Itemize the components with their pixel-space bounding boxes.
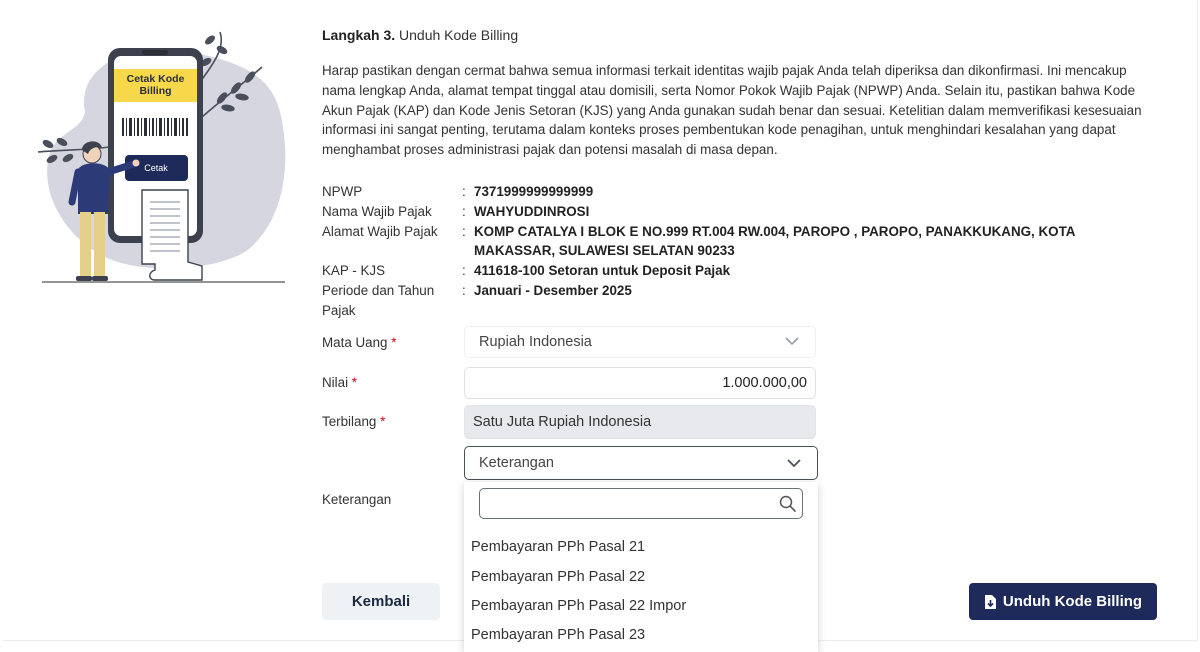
mata-uang-select[interactable]: Rupiah Indonesia bbox=[464, 326, 816, 358]
terbilang-label: Terbilang * bbox=[322, 414, 385, 429]
info-row-alamat: Alamat Wajib Pajak : KOMP CATALYA I BLOK… bbox=[322, 222, 1122, 262]
dropdown-option[interactable]: Pembayaran PPh Pasal 22 Impor bbox=[471, 598, 686, 614]
step-heading: Langkah 3. Unduh Kode Billing bbox=[322, 27, 518, 43]
info-value: KOMP CATALYA I BLOK E NO.999 RT.004 RW.0… bbox=[474, 223, 1075, 259]
info-row-npwp: NPWP : 7371999999999999 bbox=[322, 182, 1122, 202]
terbilang-value: Satu Juta Rupiah Indonesia bbox=[473, 414, 652, 430]
svg-text:Cetak: Cetak bbox=[144, 163, 168, 173]
billing-illustration: Cetak Kode Billing Cetak bbox=[37, 31, 286, 283]
info-label: Alamat Wajib Pajak bbox=[322, 223, 438, 239]
info-separator: : bbox=[462, 203, 466, 219]
step-title: Unduh Kode Billing bbox=[399, 27, 519, 43]
info-label: NPWP bbox=[322, 184, 363, 199]
dropdown-option[interactable]: Pembayaran PPh Pasal 21 bbox=[471, 539, 645, 555]
keterangan-dropdown: Pembayaran PPh Pasal 21 Pembayaran PPh P… bbox=[464, 482, 818, 652]
info-value: 411618-100 Setoran untuk Deposit Pajak bbox=[474, 263, 731, 279]
required-marker: * bbox=[391, 335, 397, 350]
unduh-kode-billing-label: Unduh Kode Billing bbox=[1002, 593, 1143, 610]
info-label: Nama Wajib Pajak bbox=[322, 203, 432, 219]
chevron-down-icon bbox=[787, 459, 801, 468]
info-row-periode: Periode dan Tahun Pajak : Januari - Dese… bbox=[322, 281, 1122, 321]
keterangan-placeholder: Keterangan bbox=[479, 455, 554, 471]
info-value: Januari - Desember 2025 bbox=[474, 282, 632, 298]
nilai-value: 1.000.000,00 bbox=[722, 375, 807, 391]
info-separator: : bbox=[462, 223, 466, 239]
info-label: Periode dan Tahun Pajak bbox=[322, 282, 435, 318]
info-value: WAHYUDDINROSI bbox=[474, 203, 590, 219]
keterangan-label: Keterangan bbox=[322, 492, 392, 507]
info-separator: : bbox=[462, 263, 466, 279]
info-separator: : bbox=[462, 282, 466, 298]
mata-uang-label-text: Mata Uang bbox=[322, 335, 388, 350]
info-value: 7371999999999999 bbox=[474, 184, 594, 199]
file-download-icon bbox=[984, 594, 996, 609]
dropdown-search-input[interactable] bbox=[486, 489, 770, 518]
info-row-kap-kjs: KAP - KJS : 411618-100 Setoran untuk Dep… bbox=[322, 261, 1122, 281]
terbilang-field: Satu Juta Rupiah Indonesia bbox=[464, 405, 816, 439]
svg-text:Cetak Kode: Cetak Kode bbox=[127, 73, 185, 85]
info-separator: : bbox=[462, 184, 466, 199]
terbilang-label-text: Terbilang bbox=[322, 414, 377, 429]
dropdown-option[interactable]: Pembayaran PPh Pasal 22 bbox=[471, 569, 645, 585]
chevron-down-icon bbox=[785, 337, 799, 346]
info-row-nama: Nama Wajib Pajak : WAHYUDDINROSI bbox=[322, 202, 1122, 222]
info-label: KAP - KJS bbox=[322, 263, 386, 279]
unduh-kode-billing-button[interactable]: Unduh Kode Billing bbox=[969, 583, 1157, 620]
dropdown-option[interactable]: Pembayaran PPh Pasal 23 bbox=[471, 627, 645, 643]
nilai-label-text: Nilai bbox=[322, 375, 349, 390]
nilai-label: Nilai * bbox=[322, 375, 357, 390]
required-marker: * bbox=[380, 414, 386, 429]
svg-text:Billing: Billing bbox=[139, 85, 171, 97]
dropdown-search bbox=[479, 488, 803, 519]
mata-uang-label: Mata Uang * bbox=[322, 335, 396, 350]
taxpayer-info: NPWP : 7371999999999999 Nama Wajib Pajak… bbox=[322, 182, 1122, 321]
search-icon bbox=[779, 495, 796, 512]
step-number: Langkah 3. bbox=[322, 27, 396, 43]
keterangan-select[interactable]: Keterangan bbox=[464, 446, 818, 480]
mata-uang-value: Rupiah Indonesia bbox=[479, 334, 592, 350]
nilai-input[interactable]: 1.000.000,00 bbox=[464, 367, 816, 399]
instruction-paragraph: Harap pastikan dengan cermat bahwa semua… bbox=[322, 63, 1142, 158]
required-marker: * bbox=[351, 375, 357, 390]
kembali-button[interactable]: Kembali bbox=[322, 583, 440, 620]
